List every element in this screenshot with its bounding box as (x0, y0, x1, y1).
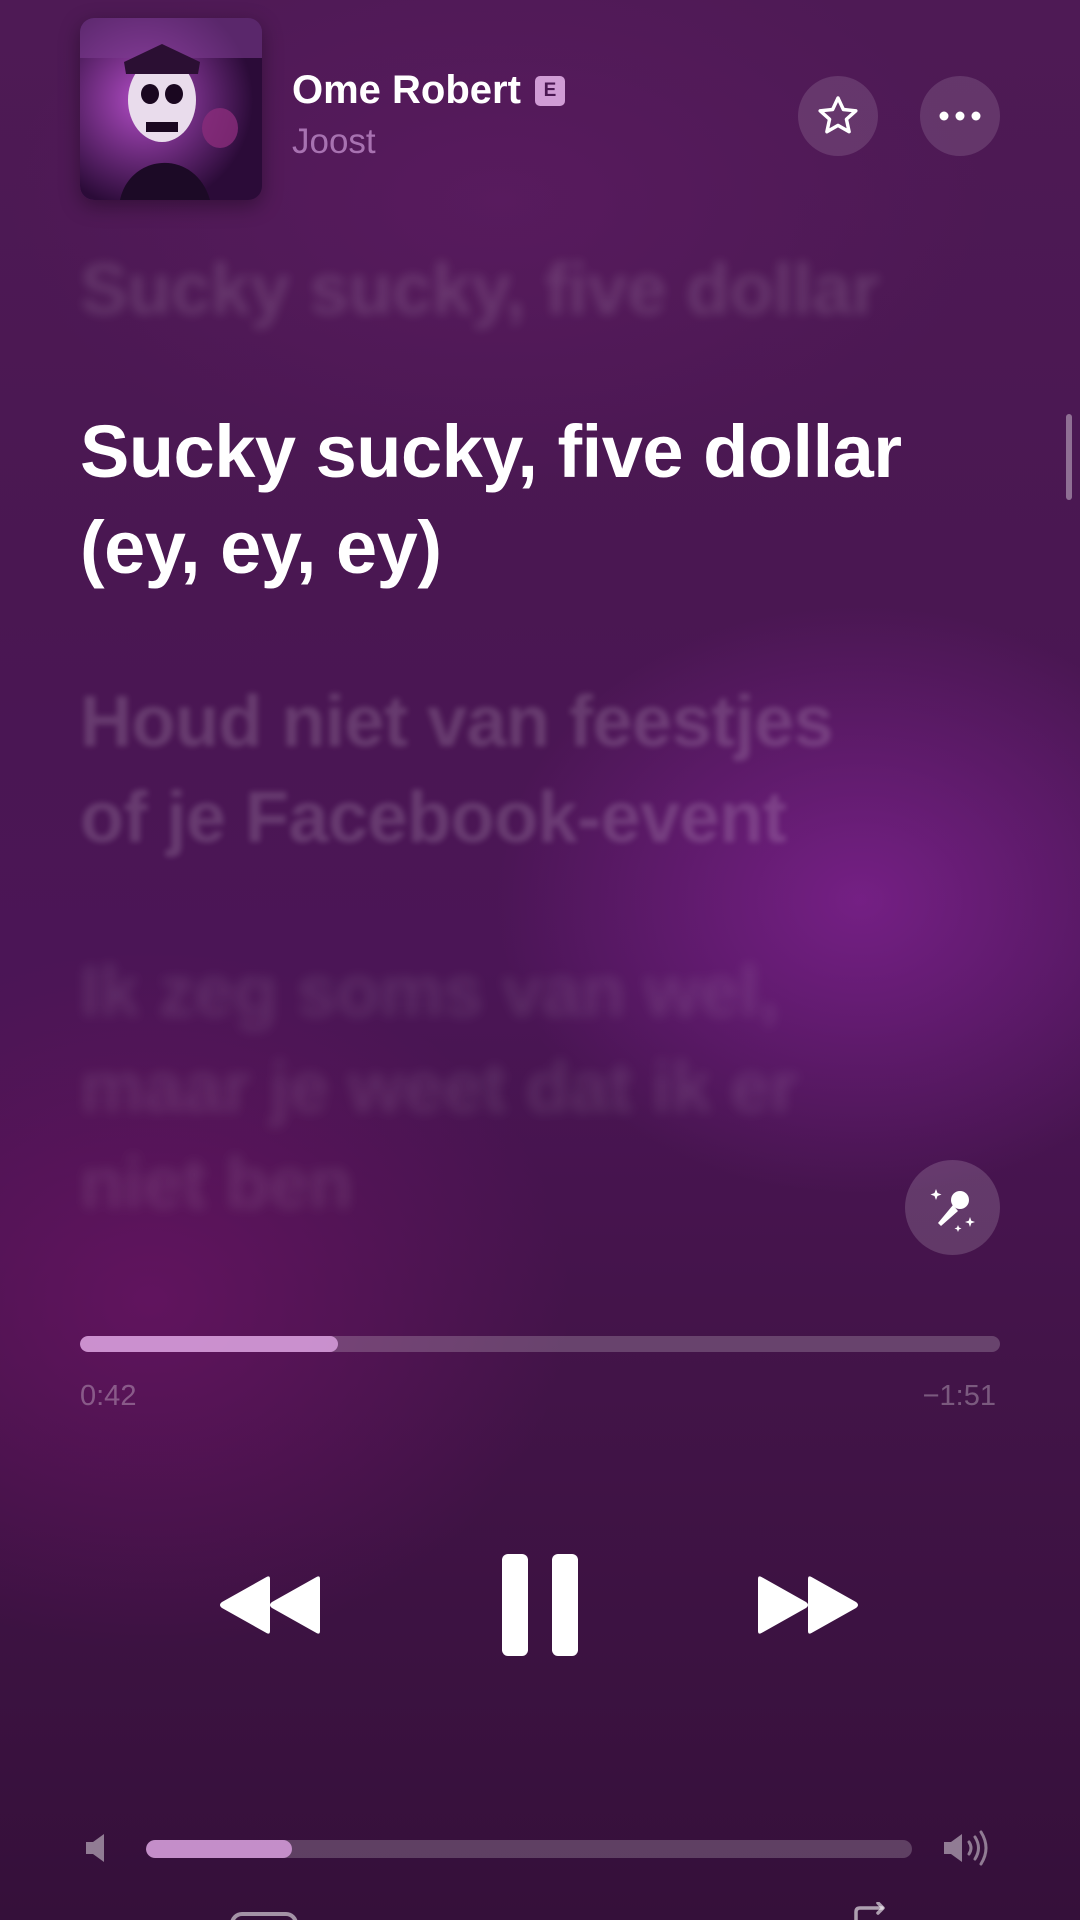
volume-max-indicator (942, 1830, 994, 1871)
lyric-line-later[interactable]: Ik zeg soms van wel, maar je weet dat ik… (80, 944, 1010, 1232)
remaining-time: −1:51 (922, 1380, 996, 1412)
lyrics-scroll-indicator (1066, 414, 1072, 500)
volume-slider[interactable] (146, 1840, 912, 1858)
lyric-line-current[interactable]: Sucky sucky, five dollar (ey, ey, ey) (80, 404, 1010, 596)
airplay-button-partial[interactable] (230, 1912, 298, 1920)
playback-progress-bar[interactable] (80, 1336, 1000, 1352)
lyric-current-line-2: (ey, ey, ey) (80, 506, 442, 589)
lyric-next-line-1: Houd niet van feestjes (80, 682, 834, 762)
track-title-row: Ome Robert E (292, 68, 565, 113)
track-artist[interactable]: Joost (292, 122, 376, 162)
elapsed-time: 0:42 (80, 1380, 137, 1412)
volume-slider-fill (146, 1840, 292, 1858)
lyric-later-line-2: maar je weet dat ik er (80, 1048, 798, 1128)
pause-icon (502, 1554, 578, 1656)
sing-button[interactable] (905, 1160, 1000, 1255)
speaker-high-icon (944, 1830, 988, 1866)
fast-forward-button[interactable] (748, 1550, 868, 1660)
more-options-button[interactable] (920, 76, 1000, 156)
lyric-later-line-1: Ik zeg soms van wel, (80, 952, 779, 1032)
rewind-button[interactable] (210, 1550, 330, 1660)
volume-min-indicator (84, 1832, 110, 1869)
lyric-later-line-3: niet ben (80, 1144, 353, 1224)
playback-progress-fill (80, 1336, 338, 1352)
lyric-line-past[interactable]: Sucky sucky, five dollar (80, 242, 1010, 338)
lyric-next-line-2: of je Facebook-event (80, 778, 787, 858)
speaker-low-icon (86, 1834, 104, 1862)
lyric-line-next[interactable]: Houd niet van feestjes of je Facebook-ev… (80, 674, 1010, 866)
queue-button-partial[interactable] (852, 1901, 892, 1920)
star-icon (818, 96, 858, 134)
repeat-icon (854, 1901, 885, 1920)
explicit-badge: E (534, 75, 565, 106)
favorite-button[interactable] (798, 76, 878, 156)
album-artwork-image (80, 18, 262, 200)
microphone-sparkle-icon (930, 1188, 975, 1232)
rewind-icon (220, 1576, 320, 1634)
album-artwork[interactable] (80, 18, 262, 200)
track-title[interactable]: Ome Robert (292, 68, 521, 113)
pause-button[interactable] (480, 1540, 600, 1670)
ellipsis-icon (939, 111, 981, 121)
fast-forward-icon (758, 1576, 858, 1634)
lyric-current-line-1: Sucky sucky, five dollar (80, 410, 902, 493)
